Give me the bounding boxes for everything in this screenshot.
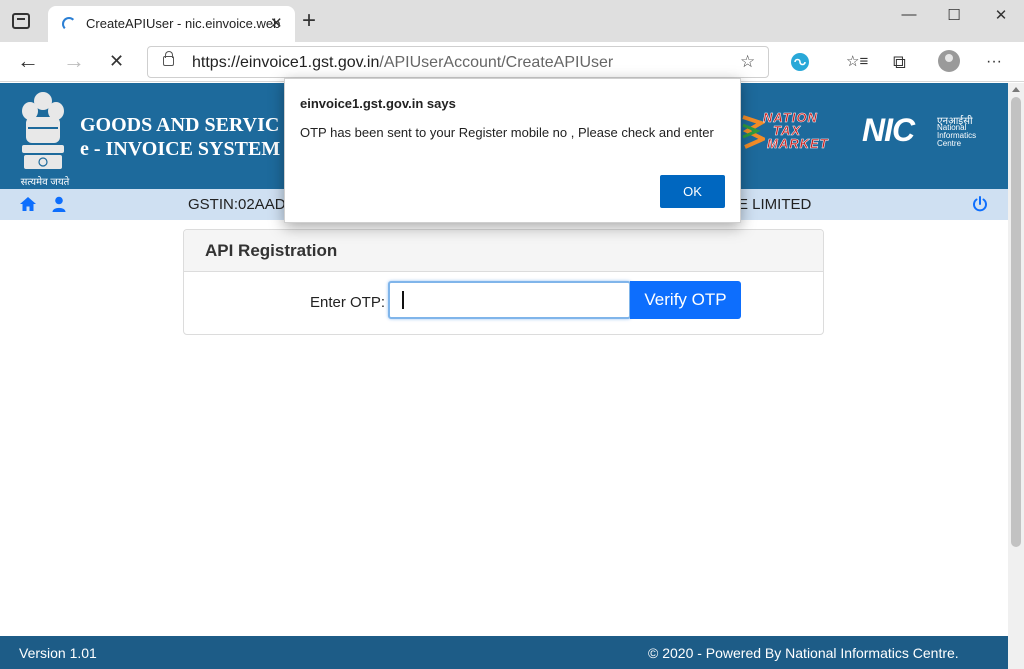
extension-icon[interactable] bbox=[790, 52, 810, 72]
page-scrollbar[interactable] bbox=[1008, 83, 1024, 669]
company-name-text: E LIMITED bbox=[738, 196, 812, 213]
stop-loading-icon[interactable]: ✕ bbox=[109, 49, 124, 73]
lock-icon[interactable] bbox=[163, 51, 174, 66]
nic-english-text: National Informatics Centre bbox=[937, 123, 977, 148]
new-tab-icon[interactable]: + bbox=[302, 9, 316, 33]
settings-menu-icon[interactable]: ··· bbox=[986, 51, 1002, 73]
browser-window: CreateAPIUser - nic.einvoice.web ✕ + — ☐… bbox=[0, 0, 1024, 669]
home-icon[interactable] bbox=[19, 196, 37, 212]
dialog-title: einvoice1.gst.gov.in says bbox=[300, 96, 456, 111]
back-icon[interactable]: ← bbox=[17, 49, 39, 73]
nic-logo: NIC एनआईसी National Informatics Centre bbox=[862, 113, 992, 153]
dialog-message: OTP has been sent to your Register mobil… bbox=[300, 125, 714, 140]
site-title-line1: GOODS AND SERVIC bbox=[80, 114, 280, 136]
nic-letters: NIC bbox=[862, 112, 915, 148]
browser-toolbar: ← → ✕ https://einvoice1.gst.gov.in/APIUs… bbox=[0, 42, 1024, 82]
maximize-icon[interactable]: ☐ bbox=[939, 6, 969, 26]
profile-avatar[interactable] bbox=[938, 50, 960, 72]
minimize-icon[interactable]: — bbox=[894, 6, 924, 26]
ntm-emblem-icon bbox=[742, 115, 765, 149]
close-window-icon[interactable]: ✕ bbox=[986, 6, 1016, 26]
text-caret bbox=[402, 291, 404, 309]
close-tab-icon[interactable]: ✕ bbox=[270, 14, 283, 32]
nation-tax-market-logo: NATION TAX MARKET bbox=[741, 111, 841, 151]
tab-title: CreateAPIUser - nic.einvoice.web bbox=[86, 16, 281, 31]
favorites-icon[interactable]: ☆≡ bbox=[846, 51, 868, 73]
api-registration-card: API Registration Enter OTP: Verify OTP bbox=[183, 229, 824, 335]
emblem-motto: सत्यमेव जयते bbox=[20, 177, 70, 188]
site-title-line2: e - INVOICE SYSTEM bbox=[80, 138, 281, 160]
scroll-up-icon[interactable] bbox=[1012, 87, 1020, 92]
ntm-line-3: MARKET bbox=[767, 136, 829, 151]
powered-by-text: © 2020 - Powered By National Informatics… bbox=[648, 645, 959, 661]
verify-otp-button[interactable]: Verify OTP bbox=[630, 281, 741, 319]
scroll-thumb[interactable] bbox=[1011, 97, 1021, 547]
otp-label: Enter OTP: bbox=[310, 294, 386, 311]
url-text[interactable]: https://einvoice1.gst.gov.in/APIUserAcco… bbox=[192, 54, 613, 72]
tab-actions-icon[interactable] bbox=[12, 13, 30, 29]
card-header: API Registration bbox=[184, 230, 823, 272]
forward-icon[interactable]: → bbox=[63, 49, 85, 73]
browser-tab[interactable]: CreateAPIUser - nic.einvoice.web ✕ bbox=[48, 6, 295, 42]
alert-dialog: einvoice1.gst.gov.in says OTP has been s… bbox=[284, 78, 741, 223]
otp-input[interactable] bbox=[388, 281, 631, 319]
add-favorite-icon[interactable]: ☆ bbox=[740, 52, 755, 72]
site-footer: Version 1.01 © 2020 - Powered By Nationa… bbox=[0, 636, 1008, 669]
version-text: Version 1.01 bbox=[19, 645, 97, 661]
card-title: API Registration bbox=[205, 241, 338, 260]
gstin-text: GSTIN:02AAD bbox=[188, 196, 286, 213]
collections-icon[interactable]: ⧉ bbox=[893, 51, 906, 73]
dialog-ok-button[interactable]: OK bbox=[660, 175, 725, 208]
power-logout-icon[interactable] bbox=[972, 196, 988, 212]
loading-spinner-icon bbox=[62, 17, 76, 31]
user-icon[interactable] bbox=[52, 196, 66, 212]
address-bar[interactable]: https://einvoice1.gst.gov.in/APIUserAcco… bbox=[147, 46, 769, 78]
national-emblem-icon bbox=[22, 92, 64, 169]
tab-bar: CreateAPIUser - nic.einvoice.web ✕ + — ☐… bbox=[0, 0, 1024, 42]
